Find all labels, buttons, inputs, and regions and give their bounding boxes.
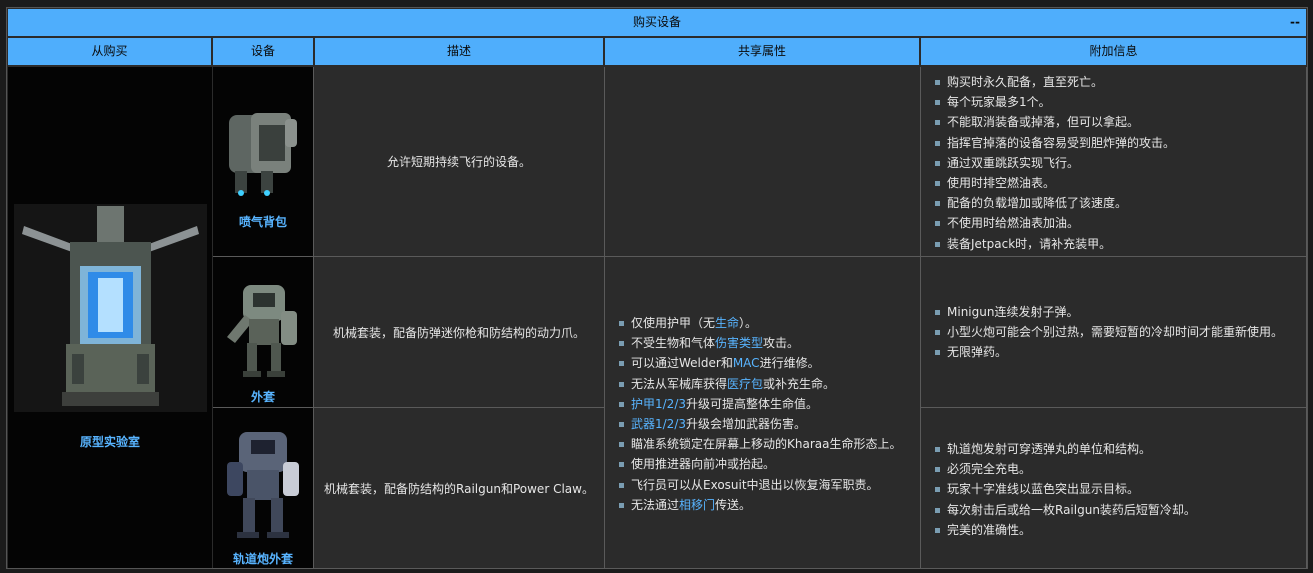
shared-attribute-text: 可以通过Welder和	[631, 356, 733, 371]
info-list-exosuit: Minigun连续发射子弹。 小型火炮可能会个别过热，需要短暂的冷却时间才能重新…	[927, 302, 1283, 363]
shared-attribute-item: 无法从军械库获得医疗包或补充生命。	[618, 374, 901, 394]
shared-attribute-item: 无法通过相移门传送。	[618, 495, 901, 515]
shared-attribute-text: 无法通过	[631, 497, 680, 512]
shared-attribute-item: 护甲1/2/3升级可提高整体生命值。	[618, 394, 901, 414]
exosuit-image	[227, 285, 297, 377]
description-railgun-exosuit: 机械套装，配备防结构的Railgun和Power Claw。	[314, 408, 605, 569]
info-item: 无限弹药。	[934, 342, 1283, 362]
shared-attribute-link[interactable]: 护甲1/2/3	[631, 397, 686, 411]
description-text: 机械套装，配备防结构的Railgun和Power Claw。	[324, 481, 594, 496]
shared-attribute-link[interactable]: 武器1/2/3	[631, 417, 686, 431]
shared-attribute-item: 不受生物和气体伤害类型攻击。	[618, 333, 901, 353]
description-text: 机械套装，配备防弹迷你枪和防结构的动力爪。	[332, 325, 585, 340]
shared-attribute-text: 攻击。	[763, 336, 800, 351]
info-item: 指挥官掉落的设备容易受到胆炸弹的攻击。	[934, 133, 1175, 153]
railgun-exosuit-image	[227, 432, 299, 538]
equipment-link-exosuit[interactable]: 外套	[213, 388, 313, 405]
jetpack-image	[229, 113, 297, 196]
shared-attribute-text: 瞄准系统锁定在屏幕上移动的Kharaa生命形态上。	[631, 437, 902, 452]
shared-attribute-item: 使用推进器向前冲或抬起。	[618, 454, 901, 474]
info-item: 通过双重跳跃实现飞行。	[934, 153, 1175, 173]
collapse-toggle[interactable]: --	[1290, 9, 1300, 36]
info-item: 不能取消装备或掉落，但可以拿起。	[934, 112, 1175, 132]
shared-attribute-text: 传送。	[715, 497, 752, 512]
shared-attribute-text: 无法从军械库获得	[631, 376, 728, 391]
shared-attribute-item: 可以通过Welder和MAC进行维修。	[618, 353, 901, 373]
info-list-railgun-exosuit: 轨道炮发射可穿透弹丸的单位和结构。 必须完全充电。 玩家十字准线以蓝色突出显示目…	[927, 439, 1196, 540]
shared-attribute-item: 武器1/2/3升级会增加武器伤害。	[618, 414, 901, 434]
info-item: 购买时永久配备，直至死亡。	[934, 72, 1175, 92]
equipment-link-jetpack[interactable]: 喷气背包	[213, 213, 313, 230]
shared-attribute-text: 升级可提高整体生命值。	[686, 396, 819, 411]
header-description: 描述	[315, 38, 603, 65]
shared-attribute-link[interactable]: 相移门	[679, 498, 715, 512]
shared-attribute-item: 飞行员可以从Exosuit中退出以恢复海军职责。	[618, 475, 901, 495]
info-item: 使用时排空燃油表。	[934, 173, 1175, 193]
header-equipment: 设备	[213, 38, 313, 65]
description-text: 允许短期持续飞行的设备。	[386, 155, 531, 169]
info-item: Minigun连续发射子弹。	[934, 302, 1283, 322]
description-jetpack: 允许短期持续飞行的设备。	[314, 67, 605, 257]
source-name-link[interactable]: 原型实验室	[8, 433, 212, 450]
shared-attribute-text: 使用推进器向前冲或抬起。	[631, 457, 776, 472]
extra-info-exosuit: Minigun连续发射子弹。 小型火炮可能会个别过热，需要短暂的冷却时间才能重新…	[921, 257, 1307, 408]
shared-attribute-item: 仅使用护甲（无生命）。	[618, 313, 901, 333]
shared-attribute-text: 仅使用护甲（无	[631, 316, 716, 330]
shared-attribute-link[interactable]: 生命	[715, 316, 739, 330]
shared-attribute-link[interactable]: MAC	[733, 356, 760, 370]
header-shared-attributes: 共享属性	[605, 38, 919, 65]
equipment-cell-jetpack: 喷气背包	[213, 67, 314, 257]
panel-title: 购买设备	[632, 15, 681, 29]
info-item: 配备的负载增加或降低了该速度。	[934, 193, 1175, 213]
info-item: 必须完全充电。	[935, 459, 1196, 479]
info-item: 装备Jetpack时，请补充装甲。	[934, 234, 1175, 254]
shared-attributes-list: 仅使用护甲（无生命）。 不受生物和气体伤害类型攻击。 可以通过Welder和MAC进…	[611, 313, 901, 515]
equipment-link-railgun-exosuit[interactable]: 轨道炮外套	[213, 550, 313, 567]
info-item: 轨道炮发射可穿透弹丸的单位和结构。	[935, 439, 1196, 459]
equipment-cell-exosuit: 外套	[213, 257, 314, 408]
extra-info-railgun-exosuit: 轨道炮发射可穿透弹丸的单位和结构。 必须完全充电。 玩家十字准线以蓝色突出显示目…	[921, 408, 1307, 569]
shared-attribute-text: ）。	[739, 316, 758, 330]
shared-attribute-link[interactable]: 伤害类型	[715, 336, 763, 350]
info-item: 每个玩家最多1个。	[934, 92, 1175, 112]
shared-attributes-exosuits: 仅使用护甲（无生命）。 不受生物和气体伤害类型攻击。 可以通过Welder和MAC进…	[605, 257, 921, 569]
shared-attribute-text: 飞行员可以从Exosuit中退出以恢复海军职责。	[631, 477, 879, 492]
extra-info-jetpack: 购买时永久配备，直至死亡。 每个玩家最多1个。 不能取消装备或掉落，但可以拿起。…	[921, 67, 1307, 257]
info-list-jetpack: 购买时永久配备，直至死亡。 每个玩家最多1个。 不能取消装备或掉落，但可以拿起。…	[927, 72, 1175, 254]
equipment-cell-railgun-exosuit: 轨道炮外套	[213, 408, 314, 569]
panel-title-bar: 购买设备 --	[8, 9, 1306, 36]
info-item: 不使用时给燃油表加油。	[934, 213, 1175, 233]
shared-attributes-jetpack	[605, 67, 921, 257]
source-cell: 原型实验室	[8, 67, 212, 568]
purchase-equipment-panel: 购买设备 -- 从购买 设备 描述 共享属性 附加信息 原型实验室 喷气背包 外…	[6, 7, 1308, 569]
shared-attribute-text: 升级会增加武器伤害。	[686, 417, 807, 432]
prototype-lab-image	[14, 204, 207, 412]
info-item: 玩家十字准线以蓝色突出显示目标。	[935, 479, 1196, 499]
header-source: 从购买	[8, 38, 211, 65]
header-extra-info: 附加信息	[921, 38, 1306, 65]
shared-attribute-text: 或补充生命。	[763, 376, 836, 391]
info-item: 完美的准确性。	[935, 520, 1196, 540]
description-exosuit: 机械套装，配备防弹迷你枪和防结构的动力爪。	[314, 257, 605, 408]
shared-attribute-text: 进行维修。	[759, 356, 820, 371]
shared-attribute-link[interactable]: 医疗包	[727, 377, 763, 391]
info-item: 每次射击后或给一枚Railgun装药后短暂冷却。	[935, 500, 1196, 520]
info-item: 小型火炮可能会个别过热，需要短暂的冷却时间才能重新使用。	[934, 322, 1283, 342]
shared-attribute-text: 不受生物和气体	[631, 336, 716, 351]
shared-attribute-item: 瞄准系统锁定在屏幕上移动的Kharaa生命形态上。	[618, 434, 902, 454]
